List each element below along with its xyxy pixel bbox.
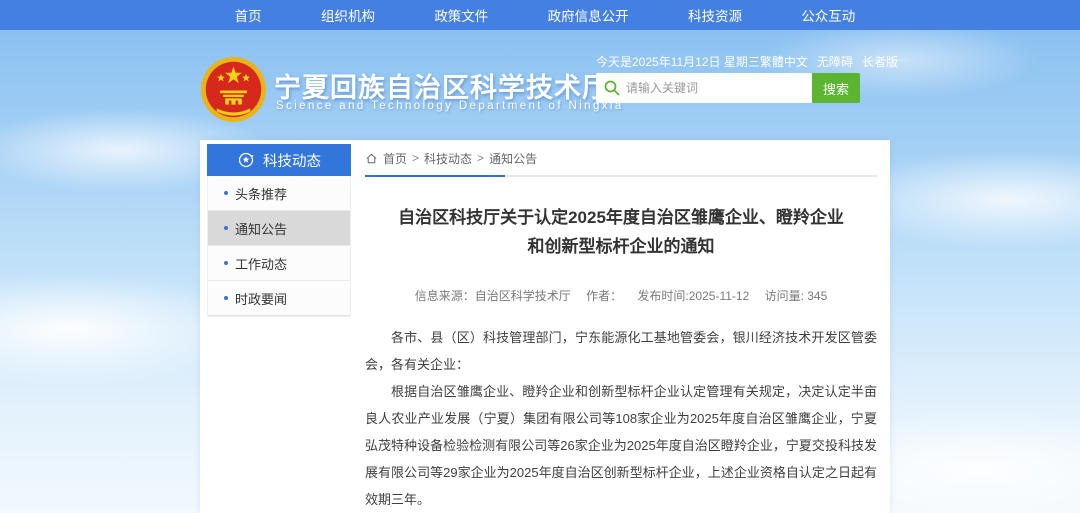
article-body: 各市、县（区）科技管理部门，宁东能源化工基地管委会，银川经济技术开发区管委会，各… <box>365 324 877 513</box>
breadcrumb-divider <box>365 175 877 177</box>
sidebar-item-label: 时政要闻 <box>235 289 287 308</box>
sidebar: 科技动态 头条推荐 通知公告 工作动态 时政要闻 <box>207 144 351 317</box>
sidebar-item-work-news[interactable]: 工作动态 <box>208 246 350 281</box>
article-title-line2: 和创新型标杆企业的通知 <box>365 232 877 261</box>
sidebar-title-tech-news[interactable]: 科技动态 <box>207 144 351 176</box>
sidebar-item-notices[interactable]: 通知公告 <box>208 211 350 246</box>
link-elderly-version[interactable]: 长者版 <box>862 53 898 70</box>
top-navigation-bar: 首页 组织机构 政策文件 政府信息公开 科技资源 公众互动 <box>0 0 1080 30</box>
bullet-dot-icon <box>224 226 228 230</box>
article-paragraph: 各市、县（区）科技管理部门，宁东能源化工基地管委会，银川经济技术开发区管委会，各… <box>365 324 877 378</box>
sidebar-item-headlines[interactable]: 头条推荐 <box>208 176 350 211</box>
meta-view-count: 访问量: 345 <box>765 289 828 303</box>
sidebar-item-label: 通知公告 <box>235 219 287 238</box>
bullet-dot-icon <box>224 191 228 195</box>
home-icon <box>365 152 378 165</box>
search-button[interactable]: 搜索 <box>812 73 860 103</box>
bullet-dot-icon <box>224 261 228 265</box>
sidebar-item-politics-news[interactable]: 时政要闻 <box>208 281 350 316</box>
national-emblem-logo <box>200 56 267 123</box>
page: 首页 组织机构 政策文件 政府信息公开 科技资源 公众互动 宁夏回族自治区科学技… <box>0 0 1080 513</box>
meta-author: 作者： <box>586 289 622 303</box>
meta-publish-date: 发布时间:2025-11-12 <box>637 289 749 303</box>
nav-item-tech-resources[interactable]: 科技资源 <box>688 5 742 25</box>
news-star-circle-icon <box>237 151 255 169</box>
link-accessibility[interactable]: 无障碍 <box>817 53 853 70</box>
nav-item-policy-documents[interactable]: 政策文件 <box>434 5 488 25</box>
site-subtitle-english: Science and Technology Department of Nin… <box>276 100 624 112</box>
link-traditional-chinese[interactable]: 繁體中文 <box>760 53 808 70</box>
meta-source: 信息来源：自治区科学技术厅 <box>415 289 571 303</box>
article-area: 首页 > 科技动态 > 通知公告 自治区科技厅关于认定2025年度自治区雏鹰企业… <box>365 146 877 513</box>
breadcrumb-separator: > <box>412 151 419 165</box>
search-bar: 搜索 <box>596 73 860 103</box>
nav-item-public-interaction[interactable]: 公众互动 <box>801 5 855 25</box>
article-title: 自治区科技厅关于认定2025年度自治区雏鹰企业、瞪羚企业 和创新型标杆企业的通知 <box>365 203 877 261</box>
breadcrumb-separator: > <box>477 151 484 165</box>
nav-item-gov-info-disclosure[interactable]: 政府信息公开 <box>548 5 629 25</box>
article-paragraph: 根据自治区雏鹰企业、瞪羚企业和创新型标杆企业认定管理有关规定，决定认定半亩良人农… <box>365 378 877 513</box>
breadcrumb-current-notices: 通知公告 <box>489 150 537 167</box>
article-meta: 信息来源：自治区科学技术厅 作者： 发布时间:2025-11-12 访问量: 3… <box>365 287 877 304</box>
search-icon <box>604 80 620 96</box>
main-content-panel: 科技动态 头条推荐 通知公告 工作动态 时政要闻 <box>200 140 890 513</box>
site-header: 宁夏回族自治区科学技术厅 Science and Technology Depa… <box>0 30 1080 140</box>
bullet-dot-icon <box>224 296 228 300</box>
current-date-text: 今天是2025年11月12日 星期三 <box>596 53 760 70</box>
sidebar-title-label: 科技动态 <box>263 150 321 171</box>
sidebar-item-label: 工作动态 <box>235 254 287 273</box>
breadcrumb: 首页 > 科技动态 > 通知公告 <box>365 146 877 170</box>
nav-item-home[interactable]: 首页 <box>235 5 262 25</box>
breadcrumb-home[interactable]: 首页 <box>383 150 407 167</box>
sidebar-item-label: 头条推荐 <box>235 184 287 203</box>
article-title-line1: 自治区科技厅关于认定2025年度自治区雏鹰企业、瞪羚企业 <box>365 203 877 232</box>
nav-item-organization[interactable]: 组织机构 <box>321 5 375 25</box>
search-input[interactable] <box>626 73 808 103</box>
sidebar-menu: 头条推荐 通知公告 工作动态 时政要闻 <box>207 176 351 317</box>
breadcrumb-tech-news[interactable]: 科技动态 <box>424 150 472 167</box>
